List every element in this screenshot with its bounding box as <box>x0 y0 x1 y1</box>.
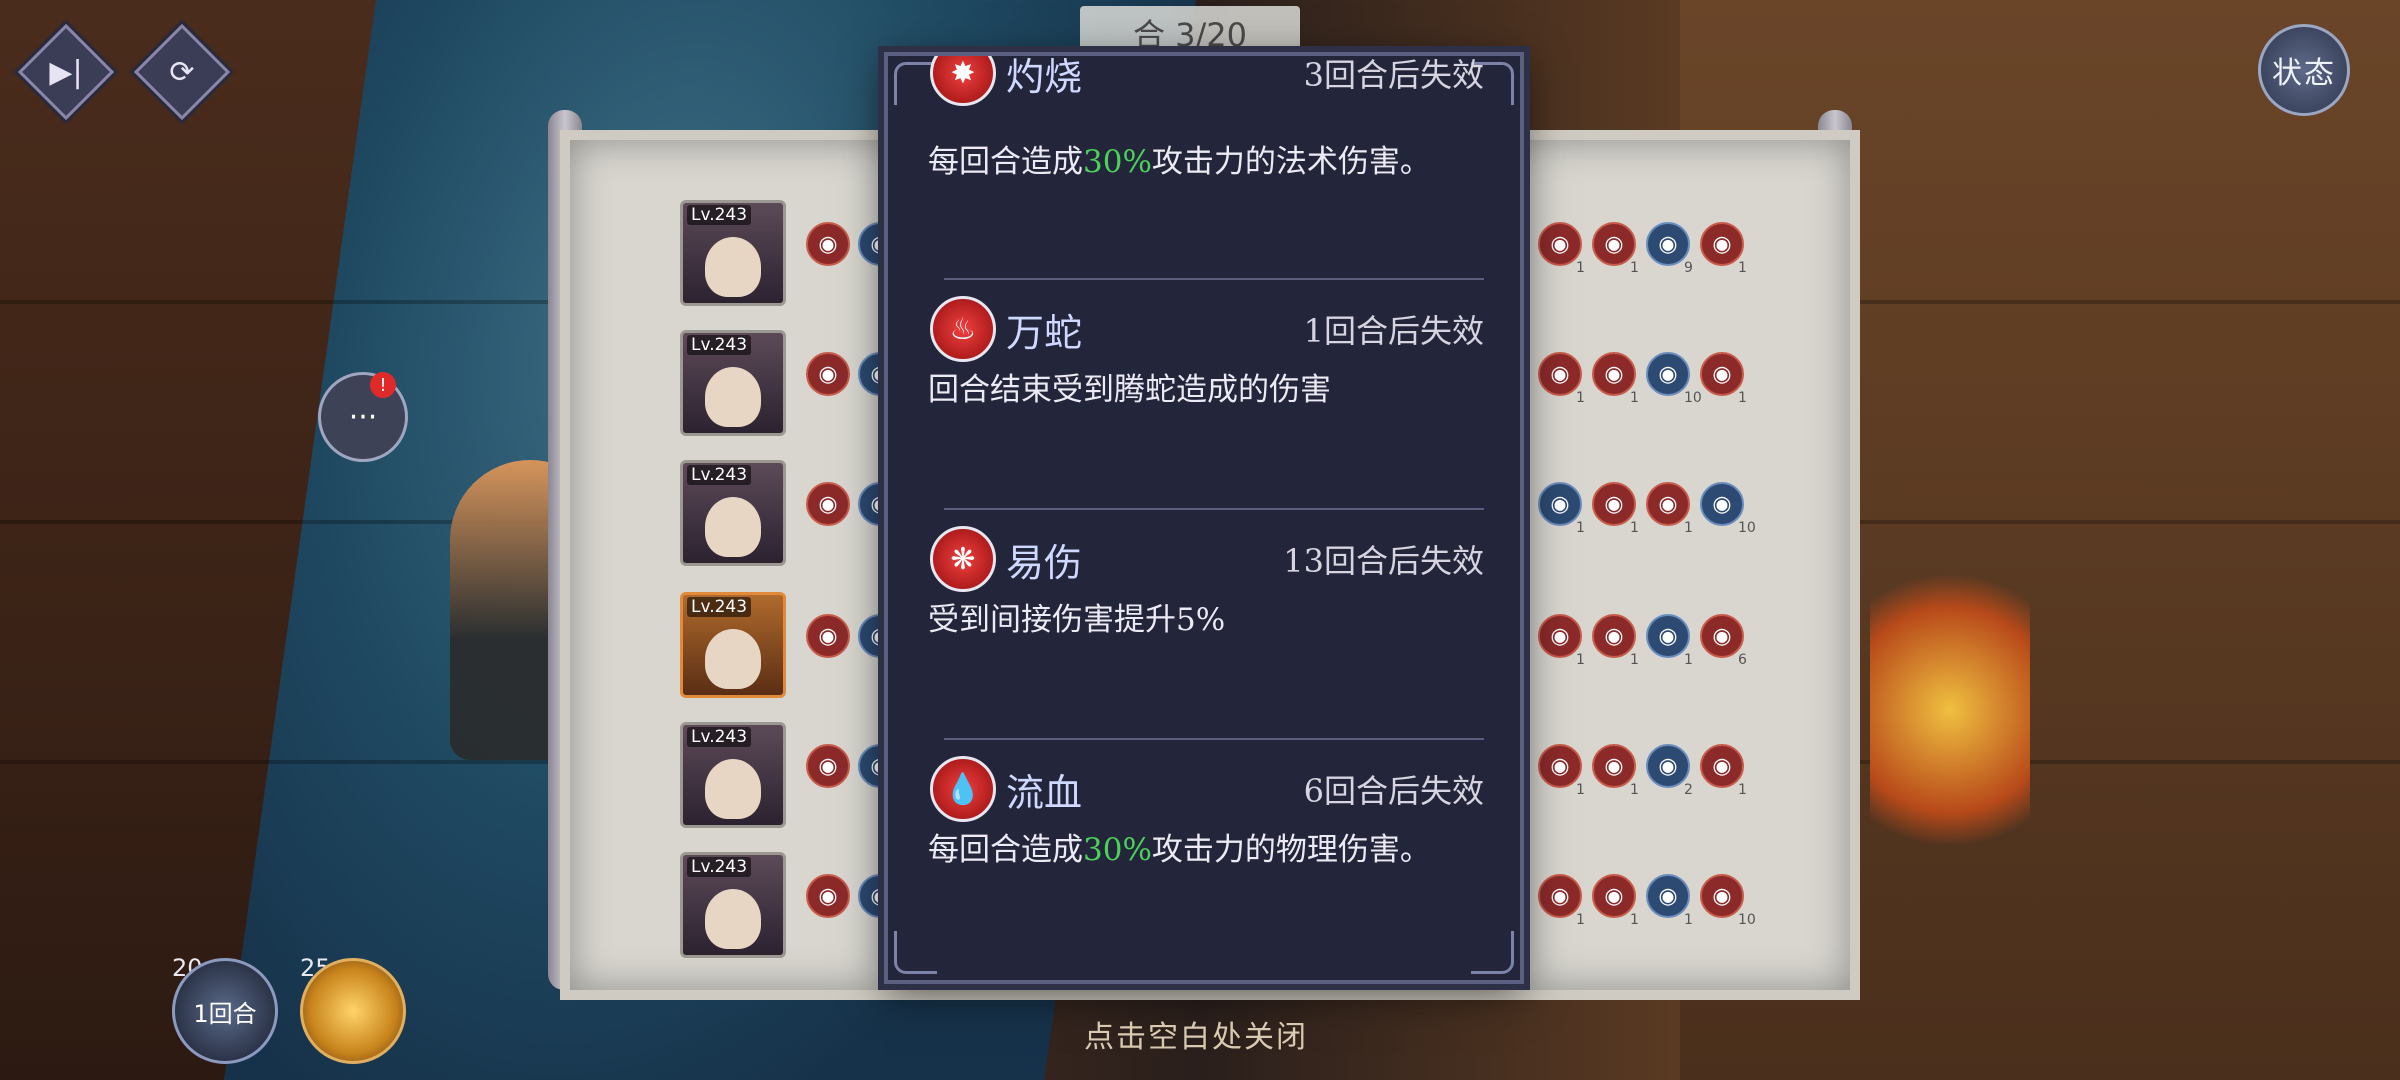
buff-stack-count: 1 <box>1630 260 1639 276</box>
effect-name: 易伤 <box>1006 541 1083 585</box>
buff-stack-count: 1 <box>1630 520 1639 536</box>
buff-stack-count: 6 <box>1738 652 1747 668</box>
buff-stack-count: 2 <box>1684 782 1693 798</box>
buff-icon[interactable]: ◉ <box>806 614 850 658</box>
buff-icon[interactable]: ◉ <box>806 874 850 918</box>
effect-detail-popup: ✸ 灼烧 3回合后失效 每回合造成30%攻击力的法术伤害。 ♨ 万蛇 1回合后失… <box>884 52 1524 984</box>
buff-stack-count: 1 <box>1630 652 1639 668</box>
effect-entry: ✸ 灼烧 3回合后失效 每回合造成30%攻击力的法术伤害。 <box>888 55 1520 180</box>
buff-stack-count: 1 <box>1576 520 1585 536</box>
effect-description: 受到间接伤害提升5% <box>928 602 1226 638</box>
effect-divider <box>944 508 1484 510</box>
character-face <box>705 497 761 557</box>
effect-description: 每回合造成30%攻击力的物理伤害。 <box>928 832 1431 868</box>
character-face <box>705 759 761 819</box>
effect-description: 回合结束受到腾蛇造成的伤害 <box>928 372 1331 408</box>
chat-bubble-icon: ··· <box>348 399 378 435</box>
close-hint[interactable]: 点击空白处关闭 <box>1084 1012 1308 1056</box>
buff-stack-count: 1 <box>1576 912 1585 928</box>
buff-stack-count: 9 <box>1684 260 1693 276</box>
buff-stack-count: 1 <box>1684 652 1693 668</box>
character-face <box>705 237 761 297</box>
character-portrait[interactable]: Lv.243 <box>680 200 786 306</box>
buff-stack-count: 1 <box>1684 912 1693 928</box>
character-level: Lv.243 <box>687 205 752 225</box>
character-portrait[interactable]: Lv.243 <box>680 852 786 958</box>
effect-duration: 13回合后失效 <box>1283 542 1484 580</box>
buff-stack-count: 10 <box>1738 520 1756 536</box>
effect-highlight-value: 30% <box>1083 144 1152 180</box>
buff-stack-count: 1 <box>1630 782 1639 798</box>
effect-duration: 1回合后失效 <box>1303 312 1484 350</box>
character-face <box>705 629 761 689</box>
buff-icon[interactable]: ◉ <box>806 222 850 266</box>
effect-description: 每回合造成30%攻击力的法术伤害。 <box>928 144 1431 180</box>
effect-name: 灼烧 <box>1006 55 1083 99</box>
character-level: Lv.243 <box>687 727 752 747</box>
snake-icon: ♨ <box>930 296 996 362</box>
effect-divider <box>944 738 1484 740</box>
buff-stack-count: 1 <box>1630 390 1639 406</box>
character-portrait[interactable]: Lv.243 <box>680 330 786 436</box>
buff-stack-count: 1 <box>1738 782 1747 798</box>
character-portrait[interactable]: Lv.243 <box>680 722 786 828</box>
effect-name: 万蛇 <box>1006 311 1083 355</box>
skip-forward-icon: ▶| <box>49 54 83 90</box>
effect-entry: ❋ 易伤 13回合后失效 受到间接伤害提升5% <box>888 516 1520 716</box>
buff-icon[interactable]: ◉ <box>806 482 850 526</box>
auto-repeat-icon: ⟳ <box>169 54 195 90</box>
vulnerable-icon: ❋ <box>930 526 996 592</box>
effect-name: 流血 <box>1006 771 1083 815</box>
buff-stack-count: 1 <box>1738 390 1747 406</box>
effect-duration: 3回合后失效 <box>1303 56 1484 94</box>
character-level: Lv.243 <box>687 465 752 485</box>
bleed-icon: 💧 <box>930 756 996 822</box>
character-level: Lv.243 <box>687 335 752 355</box>
energy-orb <box>300 958 406 1064</box>
buff-stack-count: 1 <box>1684 520 1693 536</box>
buff-stack-count: 1 <box>1738 260 1747 276</box>
buff-stack-count: 10 <box>1684 390 1702 406</box>
character-portrait[interactable]: Lv.243 <box>680 460 786 566</box>
character-portrait[interactable]: Lv.243 <box>680 592 786 698</box>
effect-highlight-value: 30% <box>1083 832 1152 868</box>
buff-stack-count: 1 <box>1576 782 1585 798</box>
buff-icon[interactable]: ◉ <box>806 352 850 396</box>
buff-stack-count: 1 <box>1576 652 1585 668</box>
effect-divider <box>944 278 1484 280</box>
effect-duration: 6回合后失效 <box>1303 772 1484 810</box>
enemy-character <box>1870 560 2030 860</box>
burn-icon: ✸ <box>930 56 996 106</box>
character-face <box>705 889 761 949</box>
status-button[interactable]: 状态 <box>2258 24 2350 116</box>
buff-stack-count: 1 <box>1576 390 1585 406</box>
buff-stack-count: 1 <box>1630 912 1639 928</box>
round-badge: 1回合 <box>172 958 278 1064</box>
effect-entry: ♨ 万蛇 1回合后失效 回合结束受到腾蛇造成的伤害 <box>888 286 1520 486</box>
character-face <box>705 367 761 427</box>
effect-entry: 💧 流血 6回合后失效 每回合造成30%攻击力的物理伤害。 <box>888 746 1520 946</box>
buff-icon[interactable]: ◉ <box>806 744 850 788</box>
buff-stack-count: 1 <box>1576 260 1585 276</box>
buff-stack-count: 10 <box>1738 912 1756 928</box>
character-level: Lv.243 <box>687 597 752 617</box>
chat-notification-badge: ! <box>370 372 396 398</box>
character-level: Lv.243 <box>687 857 752 877</box>
